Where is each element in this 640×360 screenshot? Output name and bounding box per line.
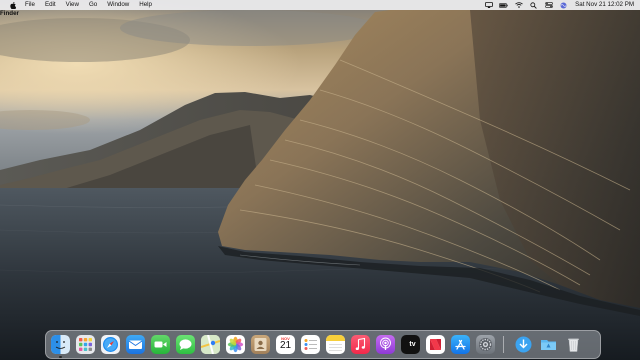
reminders-icon[interactable]	[301, 335, 320, 354]
menu-help[interactable]: Help	[139, 0, 152, 10]
downloads-folder-icon[interactable]	[514, 335, 533, 354]
menu-file[interactable]: File	[25, 0, 35, 10]
applications-folder-icon[interactable]	[539, 335, 558, 354]
launchpad-icon[interactable]	[76, 335, 95, 354]
podcasts-icon[interactable]	[376, 335, 395, 354]
safari-icon[interactable]	[101, 335, 120, 354]
menu-window[interactable]: Window	[107, 0, 129, 10]
siri-icon[interactable]	[559, 2, 568, 9]
facetime-icon[interactable]	[151, 335, 170, 354]
messages-icon[interactable]	[176, 335, 195, 354]
apple-tv-icon[interactable]: tv	[401, 335, 420, 354]
photos-icon[interactable]	[226, 335, 245, 354]
menu-bar: Finder File Edit View Go Window Help Sat…	[0, 0, 640, 17]
app-store-icon[interactable]	[451, 335, 470, 354]
menu-go[interactable]: Go	[89, 0, 97, 10]
menu-edit[interactable]: Edit	[45, 0, 56, 10]
battery-icon[interactable]	[499, 2, 508, 9]
calendar-icon[interactable]: NOV 21	[276, 335, 295, 354]
notes-icon[interactable]	[326, 335, 345, 354]
mail-icon[interactable]	[126, 335, 145, 354]
wifi-icon[interactable]	[514, 2, 523, 9]
news-icon[interactable]	[426, 335, 445, 354]
dock: NOV 21 tv	[45, 330, 601, 359]
finder-icon[interactable]	[51, 335, 70, 354]
calendar-day: 21	[279, 340, 292, 351]
dock-divider	[503, 336, 504, 353]
finder-running-indicator	[59, 355, 62, 358]
music-icon[interactable]	[351, 335, 370, 354]
menu-app-finder[interactable]: Finder	[0, 4, 19, 23]
tv-label: tv	[409, 341, 416, 348]
system-preferences-icon[interactable]	[476, 335, 495, 354]
control-center-icon[interactable]	[544, 2, 553, 9]
maps-icon[interactable]	[201, 335, 220, 354]
menu-clock[interactable]: Sat Nov 21 12:02 PM	[575, 0, 634, 10]
contacts-icon[interactable]	[251, 335, 270, 354]
menu-view[interactable]: View	[66, 0, 79, 10]
screen-mirroring-icon[interactable]	[484, 2, 493, 9]
desktop-wallpaper	[0, 0, 640, 360]
trash-icon[interactable]	[564, 335, 583, 354]
spotlight-search-icon[interactable]	[529, 1, 538, 9]
